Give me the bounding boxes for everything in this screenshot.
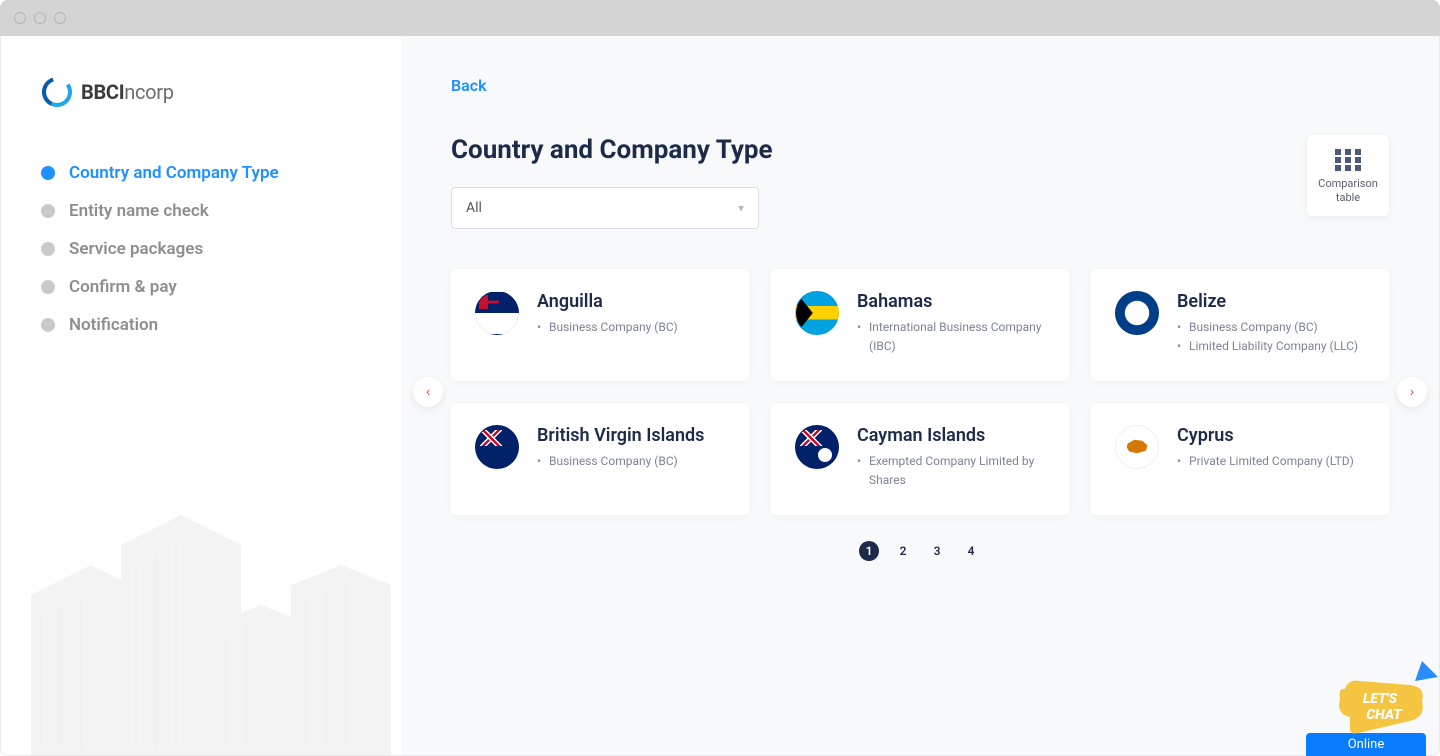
step-service-packages[interactable]: Service packages [41,239,361,259]
country-card[interactable]: Cayman Islands Exempted Company Limited b… [771,403,1069,515]
chevron-down-icon: ▾ [738,201,744,215]
page-title: Country and Company Type [451,135,773,165]
company-type-item: Business Company (BC) [1177,318,1358,337]
company-type-list: International Business Company (IBC) [857,318,1045,356]
step-bullet-icon [41,280,55,294]
country-flag-icon [1115,425,1159,469]
step-bullet-icon [41,318,55,332]
step-label: Notification [69,315,158,335]
country-card[interactable]: Bahamas International Business Company (I… [771,269,1069,381]
wizard-steps: Country and Company Type Entity name che… [41,163,361,335]
main-content: Back Country and Company Type All ▾ [401,36,1439,755]
filter-value: All [466,200,482,216]
country-card-body: Belize Business Company (BC)Limited Liabi… [1177,291,1358,359]
window-chrome [0,0,1440,36]
chevron-left-icon: ‹ [426,384,430,400]
pagination-page[interactable]: 4 [961,541,981,561]
country-card-body: Cyprus Private Limited Company (LTD) [1177,425,1354,493]
company-type-list: Business Company (BC)Limited Liability C… [1177,318,1358,356]
country-card[interactable]: Anguilla Business Company (BC) [451,269,749,381]
country-flag-icon [475,425,519,469]
step-label: Entity name check [69,201,209,221]
comparison-label: Comparison table [1317,177,1379,206]
country-cards-grid: Anguilla Business Company (BC) Bahamas Inte… [451,269,1389,515]
step-bullet-icon [41,166,55,180]
company-type-list: Private Limited Company (LTD) [1177,452,1354,471]
country-name: Cyprus [1177,425,1354,446]
city-skyline-illustration [1,465,401,755]
brand-logo[interactable]: BBCIncorp [41,76,361,108]
company-type-list: Exempted Company Limited by Shares [857,452,1045,490]
country-flag-icon [795,425,839,469]
country-flag-icon [1115,291,1159,335]
filter-select[interactable]: All ▾ [451,187,759,229]
company-type-list: Business Company (BC) [537,452,704,471]
country-card[interactable]: Cyprus Private Limited Company (LTD) [1091,403,1389,515]
company-type-item: Business Company (BC) [537,318,678,337]
svg-text:LET'S: LET'S [1363,691,1398,707]
step-confirm-pay[interactable]: Confirm & pay [41,277,361,297]
window-min-dot[interactable] [34,12,46,24]
step-notification[interactable]: Notification [41,315,361,335]
step-entity-name-check[interactable]: Entity name check [41,201,361,221]
step-bullet-icon [41,242,55,256]
pagination-page[interactable]: 3 [927,541,947,561]
company-type-item: International Business Company (IBC) [857,318,1045,356]
window-close-dot[interactable] [14,12,26,24]
window-max-dot[interactable] [54,12,66,24]
country-card-body: Cayman Islands Exempted Company Limited b… [857,425,1045,493]
country-card-body: Bahamas International Business Company (I… [857,291,1045,359]
carousel-next-button[interactable]: › [1397,377,1427,407]
country-card-body: Anguilla Business Company (BC) [537,291,678,359]
country-card[interactable]: British Virgin Islands Business Company (… [451,403,749,515]
brand-name: BBCIncorp [81,80,174,104]
company-type-item: Exempted Company Limited by Shares [857,452,1045,490]
back-link[interactable]: Back [451,76,487,95]
country-name: British Virgin Islands [537,425,704,446]
chat-bubble-icon: LET'S CHAT [1330,659,1426,733]
step-label: Service packages [69,239,203,259]
country-name: Anguilla [537,291,678,312]
svg-text:CHAT: CHAT [1366,707,1403,723]
sidebar: BBCIncorp Country and Company Type Entit… [1,36,401,755]
country-name: Bahamas [857,291,1045,312]
step-label: Country and Company Type [69,163,279,183]
grid-icon [1335,149,1361,171]
pagination-page[interactable]: 1 [859,541,879,561]
company-type-list: Business Company (BC) [537,318,678,337]
logo-swirl-icon [41,76,73,108]
country-flag-icon [795,291,839,335]
country-name: Cayman Islands [857,425,1045,446]
pagination-page[interactable]: 2 [893,541,913,561]
country-flag-icon [475,291,519,335]
step-label: Confirm & pay [69,277,177,297]
company-type-item: Business Company (BC) [537,452,704,471]
country-card[interactable]: Belize Business Company (BC)Limited Liabi… [1091,269,1389,381]
company-type-item: Limited Liability Company (LLC) [1177,337,1358,356]
country-name: Belize [1177,291,1358,312]
comparison-table-button[interactable]: Comparison table [1307,135,1389,216]
step-country-company-type[interactable]: Country and Company Type [41,163,361,183]
pagination: 1234 [451,541,1389,561]
company-type-item: Private Limited Company (LTD) [1177,452,1354,471]
carousel-prev-button[interactable]: ‹ [413,377,443,407]
chevron-right-icon: › [1410,384,1414,400]
chat-widget[interactable]: LET'S CHAT Online [1306,659,1426,756]
country-card-body: British Virgin Islands Business Company (… [537,425,704,493]
step-bullet-icon [41,204,55,218]
